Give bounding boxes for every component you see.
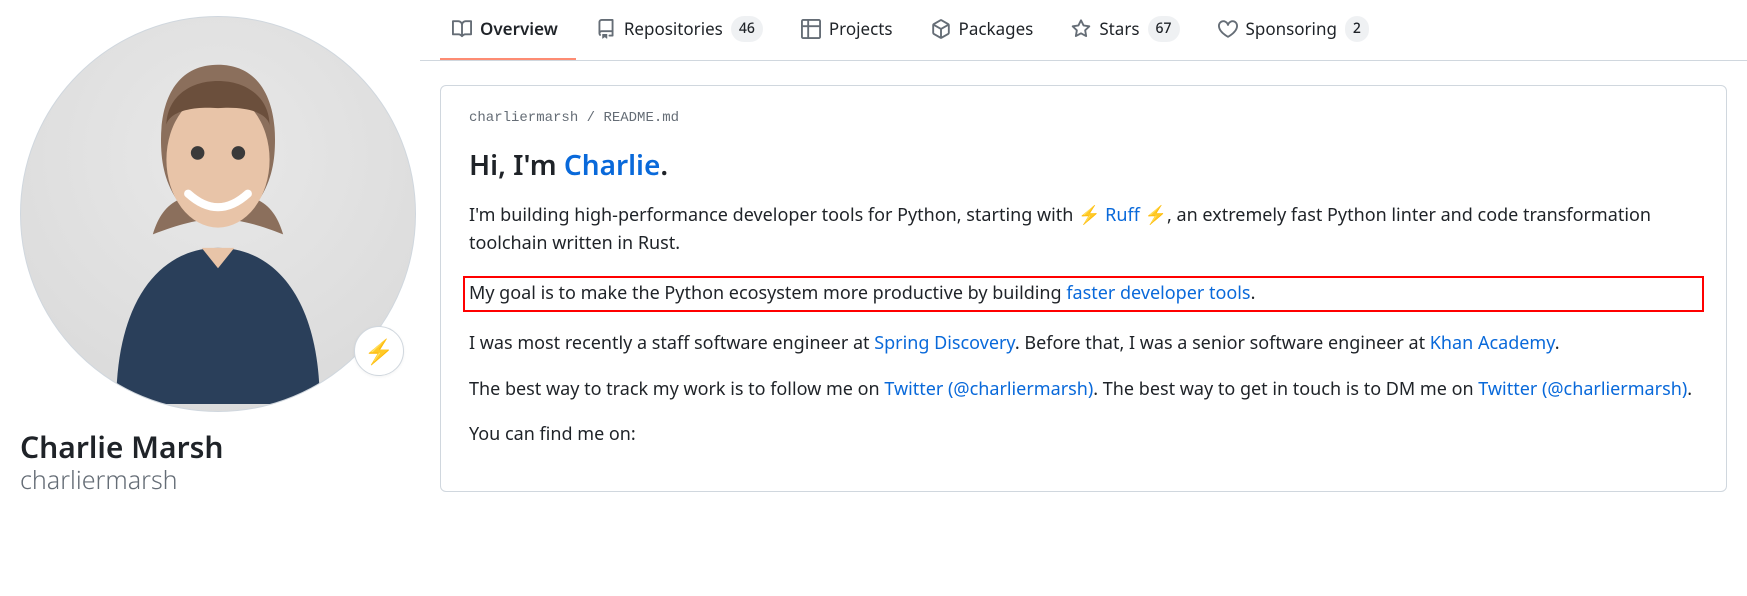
readme-path-ext: .md [654,110,679,126]
text: The best way to track my work is to foll… [469,377,884,401]
readme-path-sep: / [578,110,603,126]
readme-paragraph: I was most recently a staff software eng… [469,330,1698,358]
avatar-container: ⚡ [20,16,416,412]
tab-label: Overview [480,18,558,40]
zap-icon: ⚡ [1145,203,1167,227]
stars-count: 67 [1148,16,1180,42]
twitter-link[interactable]: Twitter (@charliermarsh) [884,377,1093,401]
readme-paragraph: The best way to track my work is to foll… [469,376,1698,404]
tab-overview[interactable]: Overview [440,0,576,60]
repo-icon [596,19,616,39]
heart-icon [1218,19,1238,39]
tab-packages[interactable]: Packages [919,0,1052,60]
profile-fullname: Charlie Marsh [20,428,416,466]
charlie-link[interactable]: Charlie [564,146,661,184]
sponsoring-count: 2 [1345,16,1369,42]
table-icon [801,19,821,39]
text: . Before that, I was a senior software e… [1015,331,1430,355]
profile-sidebar: ⚡ Charlie Marsh charliermarsh [20,0,416,510]
readme-path: charliermarsh / README.md [469,110,1698,126]
heading-text: . [660,146,668,184]
text: My goal is to make the Python ecosystem … [469,281,1066,305]
text: . [1687,377,1692,401]
tab-stars[interactable]: Stars 67 [1059,0,1197,60]
profile-username: charliermarsh [20,466,416,494]
text: I'm building high-performance developer … [469,203,1078,227]
readme-path-user: charliermarsh [469,110,578,126]
tab-label: Repositories [624,18,723,40]
person-icon [78,24,358,404]
readme-heading: Hi, I'm Charlie. [469,146,1698,184]
text: . [1251,281,1256,305]
book-icon [452,19,472,39]
tab-label: Packages [959,18,1034,40]
readme-path-file: README [603,110,653,126]
highlighted-paragraph: My goal is to make the Python ecosystem … [463,276,1704,312]
khan-academy-link[interactable]: Khan Academy [1430,331,1555,355]
text: . [1555,331,1560,355]
repositories-count: 46 [731,16,763,42]
faster-tools-link[interactable]: faster developer tools [1066,281,1250,305]
status-badge[interactable]: ⚡ [354,326,404,376]
text: I was most recently a staff software eng… [469,331,874,355]
package-icon [931,19,951,39]
tab-repositories[interactable]: Repositories 46 [584,0,781,60]
tab-sponsoring[interactable]: Sponsoring 2 [1206,0,1387,60]
spring-discovery-link[interactable]: Spring Discovery [874,331,1015,355]
zap-icon: ⚡ [1078,203,1100,227]
ruff-link[interactable]: Ruff [1105,203,1140,227]
profile-tabs: Overview Repositories 46 Projects Packa [420,0,1747,61]
text: . The best way to get in touch is to DM … [1093,377,1478,401]
twitter-dm-link[interactable]: Twitter (@charliermarsh) [1478,377,1687,401]
heading-text: Hi, I'm [469,146,564,184]
readme-card: charliermarsh / README.md Hi, I'm Charli… [440,85,1727,492]
tab-label: Projects [829,18,893,40]
readme-paragraph: You can find me on: [469,421,1698,449]
zap-icon: ⚡ [364,335,394,368]
tab-projects[interactable]: Projects [789,0,911,60]
tab-label: Sponsoring [1246,18,1337,40]
star-icon [1071,19,1091,39]
main-content: Overview Repositories 46 Projects Packa [440,0,1727,492]
tab-label: Stars [1099,18,1139,40]
readme-paragraph: I'm building high-performance developer … [469,202,1698,258]
